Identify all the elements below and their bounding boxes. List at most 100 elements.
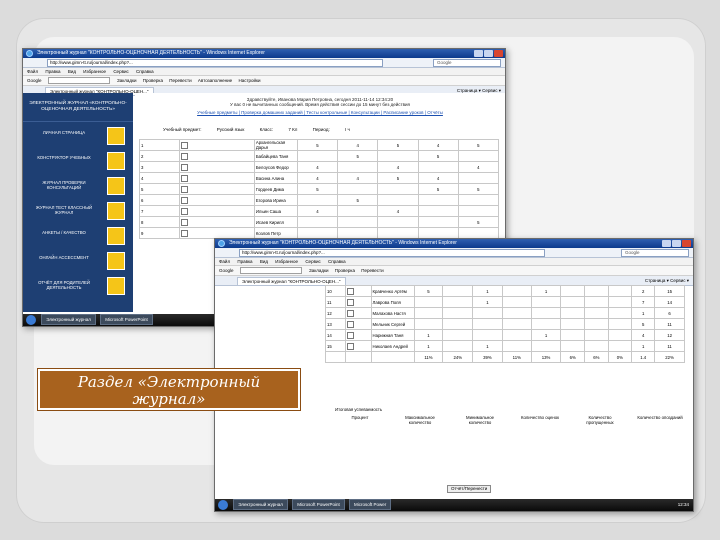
grade-cell[interactable]	[442, 329, 474, 341]
row-checkbox[interactable]	[346, 287, 354, 295]
row-checkbox[interactable]	[346, 309, 354, 317]
grade-cell[interactable]	[560, 285, 586, 297]
url-input[interactable]: http://www.gimn-tt.ru/journal/index.php?…	[47, 59, 383, 67]
grade-cell[interactable]: 1	[413, 329, 444, 341]
close-button[interactable]	[682, 240, 691, 247]
sidebar-item-surveys[interactable]: АНКЕТЫ / КАЧЕСТВО	[27, 225, 129, 247]
grade-cell[interactable]: 4	[417, 139, 459, 151]
menu-item-edit[interactable]: Правка	[237, 259, 252, 264]
minimize-button[interactable]	[662, 240, 671, 247]
grade-cell[interactable]: 1	[530, 285, 562, 297]
menu-item-help[interactable]: Справка	[136, 69, 154, 74]
grade-cell[interactable]: 5	[417, 183, 459, 195]
grade-cell[interactable]	[442, 318, 474, 330]
grade-cell[interactable]	[377, 194, 419, 206]
grade-cell[interactable]	[472, 307, 503, 319]
toolbar-bookmarks[interactable]: Закладки	[309, 266, 328, 275]
student-name[interactable]: Исаев Кирилл	[253, 216, 298, 228]
row-checkbox[interactable]	[346, 320, 354, 328]
grade-cell[interactable]: 5	[457, 139, 500, 151]
grade-cell[interactable]: 5	[296, 139, 339, 151]
grade-cell[interactable]: 5	[296, 183, 339, 195]
grade-cell[interactable]	[560, 318, 586, 330]
row-checkbox[interactable]	[181, 229, 189, 237]
student-name[interactable]: Васина Алина	[253, 172, 298, 184]
grade-cell[interactable]	[584, 318, 609, 330]
tab-bar-tools[interactable]: Страница ▾ Сервис ▾	[645, 276, 689, 285]
grade-cell[interactable]	[296, 150, 339, 162]
row-checkbox[interactable]	[346, 298, 354, 306]
grade-cell[interactable]	[560, 340, 586, 352]
grade-cell[interactable]	[296, 216, 339, 228]
grade-cell[interactable]: 4	[296, 172, 339, 184]
grade-cell[interactable]	[560, 307, 586, 319]
grade-cell[interactable]	[442, 296, 474, 308]
grade-cell[interactable]: 1	[631, 307, 656, 319]
menu-item-file[interactable]: Файл	[27, 69, 38, 74]
grade-cell[interactable]: 5	[337, 194, 379, 206]
row-checkbox[interactable]	[181, 152, 189, 160]
close-button[interactable]	[494, 50, 503, 57]
sidebar-item-class-journal[interactable]: ЖУРНАЛ ТЕСТ КЛАССНЫЙ ЖУРНАЛ	[27, 200, 129, 222]
section-links[interactable]: Учебные предметы | Проверка домашних зад…	[135, 110, 505, 115]
menu-item-help[interactable]: Справка	[328, 259, 346, 264]
row-checkbox[interactable]	[181, 185, 189, 193]
grade-cell[interactable]: 1	[472, 296, 503, 308]
grade-cell[interactable]	[501, 307, 532, 319]
student-name[interactable]: Кравченко Артём	[370, 285, 415, 297]
grade-cell[interactable]	[530, 340, 562, 352]
grade-cell[interactable]: 11	[654, 318, 685, 330]
grade-cell[interactable]: 5	[337, 150, 379, 162]
student-name[interactable]: Мельник Сергей	[370, 318, 415, 330]
grade-cell[interactable]: 4	[337, 139, 379, 151]
class-select[interactable]: 7 Кл	[288, 126, 297, 134]
grade-cell[interactable]	[584, 307, 609, 319]
subject-select[interactable]: Русский язык	[217, 126, 245, 134]
grade-cell[interactable]	[501, 318, 532, 330]
student-name[interactable]: Ильин Саша	[253, 205, 298, 217]
grade-cell[interactable]: 4	[457, 161, 500, 173]
grade-cell[interactable]: 14	[654, 296, 685, 308]
grade-cell[interactable]: 5	[417, 150, 459, 162]
grade-cell[interactable]	[296, 194, 339, 206]
student-name[interactable]: Архангельская Дарья	[253, 139, 298, 151]
grade-cell[interactable]: 1	[472, 285, 503, 297]
menu-item-file[interactable]: Файл	[219, 259, 230, 264]
sidebar-item-assessment[interactable]: ОНЛАЙН АССЕССМЕНТ	[27, 250, 129, 272]
menu-item-favorites[interactable]: Избранное	[275, 259, 298, 264]
grade-cell[interactable]: 5	[377, 172, 419, 184]
grade-cell[interactable]: 4	[296, 205, 339, 217]
grade-cell[interactable]	[457, 194, 500, 206]
window-titlebar[interactable]: Электронный журнал "КОНТРОЛЬНО-ОЦЕНОЧНАЯ…	[215, 239, 693, 248]
menu-item-view[interactable]: Вид	[68, 69, 76, 74]
grade-cell[interactable]	[607, 285, 633, 297]
maximize-button[interactable]	[484, 50, 493, 57]
grade-cell[interactable]	[607, 329, 633, 341]
grade-cell[interactable]: 5	[413, 285, 444, 297]
grade-cell[interactable]	[584, 296, 609, 308]
minimize-button[interactable]	[474, 50, 483, 57]
toolbar-google[interactable]: Google	[27, 76, 42, 85]
grade-cell[interactable]	[560, 329, 586, 341]
grade-cell[interactable]: 4	[631, 329, 656, 341]
report-button[interactable]: Отчёт/Перенести	[447, 485, 492, 493]
grade-cell[interactable]: 15	[654, 285, 685, 297]
grade-cell[interactable]: 4	[377, 205, 419, 217]
grade-cell[interactable]	[607, 307, 633, 319]
toolbar-translate[interactable]: Перевести	[361, 266, 383, 275]
taskbar-item-journal[interactable]: Электронный журнал	[233, 499, 288, 511]
toolbar-check[interactable]: Проверка	[335, 266, 355, 275]
toolbar-search-input[interactable]	[47, 77, 110, 85]
grade-cell[interactable]	[337, 227, 379, 239]
student-name[interactable]: Гордеев Дима	[253, 183, 298, 195]
grade-cell[interactable]	[457, 227, 500, 239]
grade-cell[interactable]	[501, 340, 532, 352]
grade-cell[interactable]	[530, 318, 562, 330]
row-checkbox[interactable]	[181, 174, 189, 182]
grade-cell[interactable]	[442, 307, 474, 319]
student-name[interactable]: Бабайцева Таня	[253, 150, 298, 162]
menu-item-tools[interactable]: Сервис	[305, 259, 320, 264]
grade-cell[interactable]	[442, 285, 474, 297]
period-select[interactable]: I ч	[345, 126, 350, 134]
grade-cell[interactable]	[377, 183, 419, 195]
